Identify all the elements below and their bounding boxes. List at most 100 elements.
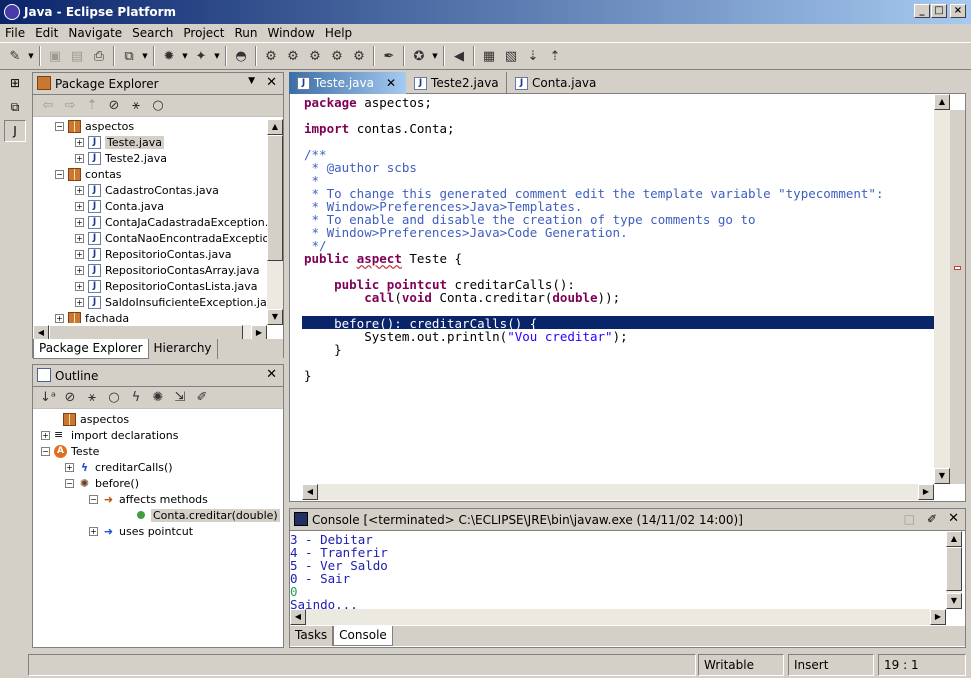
expand-icon[interactable]: + [75,233,84,243]
hide-fields-icon[interactable]: ⊘ [59,388,81,408]
package-item[interactable]: + fachada [55,310,129,323]
java-file-item[interactable]: + J ContaNaoEncontradaException.java [75,230,283,246]
code-text[interactable]: package aspectos; import contas.Conta; /… [304,96,883,382]
tab-teste-java[interactable]: J Teste.java ✕ [289,72,407,94]
expand-icon[interactable]: + [75,185,84,195]
search-icon[interactable]: ◓ [230,46,252,66]
pen-icon[interactable]: ✒ [378,46,400,66]
editor-vscrollbar[interactable]: ▲ ▼ [934,94,950,484]
aspect-icon-5[interactable]: ⚙ [348,46,370,66]
menu-run[interactable]: Run [229,26,262,40]
expand-icon[interactable]: + [75,249,84,259]
scroll-up-icon[interactable]: ▲ [267,119,283,135]
sort-icon[interactable]: ↓ᵃ [37,388,59,408]
next-annotation-icon[interactable]: ⇣ [522,46,544,66]
java-file-item[interactable]: + J CadastroContas.java [75,182,219,198]
outline-item-imports[interactable]: + ≡ import declarations [41,427,178,443]
aspect-icon-2[interactable]: ⚙ [282,46,304,66]
close-tab-icon[interactable]: ✕ [386,76,396,90]
java-file-item[interactable]: + J Conta.java [75,198,164,214]
collapse-icon[interactable]: − [65,478,74,488]
outline-item-package[interactable]: aspectos [63,411,129,427]
scroll-thumb[interactable] [946,547,962,591]
close-icon[interactable]: ✕ [266,75,277,90]
tab-package-explorer[interactable]: Package Explorer [33,339,149,359]
scroll-left-icon[interactable]: ◀ [302,484,318,500]
annotation-marker-icon[interactable] [954,266,961,270]
save-icon[interactable]: ▣ [44,46,66,66]
editor-hscrollbar[interactable]: ◀ ▶ [302,484,934,500]
open-type-dropdown-icon[interactable]: ▼ [140,52,150,60]
overview-ruler[interactable] [950,110,965,484]
tab-tasks[interactable]: Tasks [290,626,334,646]
perspective-java-icon[interactable]: J [4,120,26,142]
expand-icon[interactable]: + [75,201,84,211]
debug-icon[interactable]: ✹ [158,46,180,66]
save-all-icon[interactable]: ▤ [66,46,88,66]
console-vscrollbar[interactable]: ▲ ▼ [946,531,962,609]
highlight-icon[interactable]: ▧ [500,46,522,66]
minimize-button[interactable]: _ [914,4,930,18]
hide-static-icon[interactable]: ⚹ [125,96,147,116]
outline-item-advice[interactable]: − ✺ before() [65,475,139,491]
back-nav-icon[interactable]: ◀ [448,46,470,66]
package-item[interactable]: − contas [55,166,122,182]
java-file-item[interactable]: + J RepositorioContasArray.java [75,262,260,278]
menu-navigate[interactable]: Navigate [63,26,127,40]
tab-conta-java[interactable]: J Conta.java [506,72,606,94]
expand-icon[interactable]: + [65,462,74,472]
aspect-icon-3[interactable]: ⚙ [304,46,326,66]
external-tools-icon[interactable]: ✪ [408,46,430,66]
hide-fields-icon[interactable]: ○ [147,96,169,116]
maximize-button[interactable]: □ [931,4,947,18]
java-file-item[interactable]: + J ContaJaCadastradaException.java [75,214,283,230]
scroll-thumb[interactable] [267,135,283,261]
scroll-up-icon[interactable]: ▲ [934,94,950,110]
close-icon[interactable]: ✕ [266,367,277,382]
document-icon[interactable]: ▦ [478,46,500,66]
menu-file[interactable]: File [0,26,30,40]
console-output[interactable]: 3 - Debitar 4 - Tranferir 5 - Ver Saldo 0 -… [290,533,946,609]
expand-icon[interactable]: + [75,265,84,275]
up-icon[interactable]: ⇡ [81,96,103,116]
scroll-right-icon[interactable]: ▶ [930,609,946,625]
outline-item-affects[interactable]: − ➜ affects methods [89,491,208,507]
open-type-icon[interactable]: ⧉ [118,46,140,66]
filter-icon[interactable]: ⊘ [103,96,125,116]
forward-icon[interactable]: ⇨ [59,96,81,116]
expand-icon[interactable]: + [75,281,84,291]
tab-teste2-java[interactable]: J Teste2.java [406,72,506,94]
debug-dropdown-icon[interactable]: ▼ [180,52,190,60]
expand-icon[interactable]: + [89,526,98,536]
collapse-icon[interactable]: − [55,121,64,131]
expand-icon[interactable]: + [75,217,84,227]
advice-filter-icon[interactable]: ✺ [147,388,169,408]
back-icon[interactable]: ⇦ [37,96,59,116]
hide-nonpublic-icon[interactable]: ○ [103,388,125,408]
view-menu-icon[interactable]: ▼ [248,76,255,86]
java-file-item[interactable]: + J RepositorioContas.java [75,246,231,262]
menu-project[interactable]: Project [178,26,229,40]
package-item[interactable]: − aspectos [55,118,134,134]
outline-item-pointcut[interactable]: + ϟ creditarCalls() [65,459,173,475]
terminate-icon[interactable]: □ [904,512,915,526]
tab-hierarchy[interactable]: Hierarchy [149,339,218,359]
clear-console-icon[interactable]: ✐ [927,512,937,526]
run-icon[interactable]: ✦ [190,46,212,66]
run-dropdown-icon[interactable]: ▼ [212,52,222,60]
tab-console[interactable]: Console [333,626,393,646]
perspective-team-icon[interactable]: ⧉ [4,96,26,118]
perspective-resource-icon[interactable]: ⊞ [4,72,26,94]
collapse-icon[interactable]: − [41,446,50,456]
expand-icon[interactable]: + [75,137,84,147]
outline-item-uses[interactable]: + ➜ uses pointcut [89,523,193,539]
scroll-up-icon[interactable]: ▲ [946,531,962,547]
package-vscrollbar[interactable]: ▲ ▼ [267,119,283,325]
pointcut-filter-icon[interactable]: ϟ [125,388,147,408]
aspect-icon-4[interactable]: ⚙ [326,46,348,66]
outline-item-aspect[interactable]: − A Teste [41,443,99,459]
java-file-item[interactable]: + J Teste2.java [75,150,167,166]
aspect-icon-1[interactable]: ⚙ [260,46,282,66]
scroll-down-icon[interactable]: ▼ [934,468,950,484]
outline-item-method[interactable]: Conta.creditar(double) [135,507,280,523]
